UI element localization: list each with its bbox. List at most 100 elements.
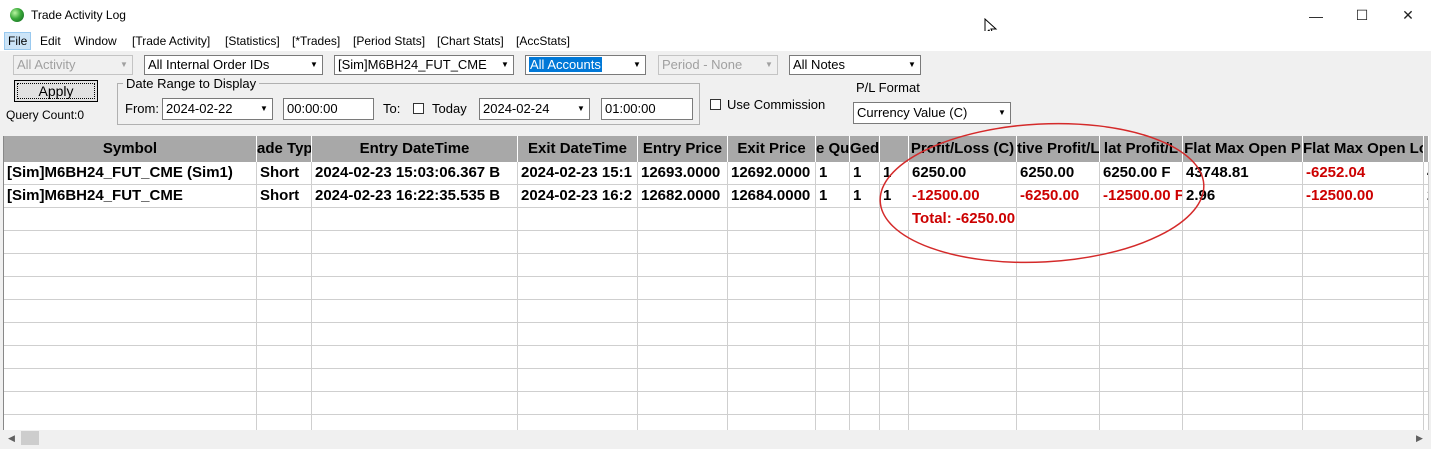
cell-cumulative-profit[interactable] bbox=[1017, 415, 1100, 430]
cell-flat-profit[interactable] bbox=[1100, 277, 1183, 300]
cell-profit-loss[interactable] bbox=[909, 300, 1017, 323]
cell-symbol[interactable] bbox=[4, 392, 257, 415]
cell-entry-datetime[interactable] bbox=[312, 392, 518, 415]
cell-entry-price[interactable]: 12693.0000 bbox=[638, 162, 728, 185]
instrument-filter-select[interactable]: [Sim]M6BH24_FUT_CME ▼ bbox=[334, 55, 514, 75]
cell-flat-max-open-loss[interactable] bbox=[1303, 277, 1424, 300]
cell-extra[interactable] bbox=[880, 300, 909, 323]
cell-exit-price[interactable] bbox=[728, 346, 816, 369]
column-header-flat-max-open-loss[interactable]: Flat Max Open Lo bbox=[1303, 136, 1424, 162]
cell-quantity[interactable] bbox=[816, 254, 850, 277]
cell-trade-type[interactable] bbox=[257, 277, 312, 300]
cell-profit-loss[interactable] bbox=[909, 277, 1017, 300]
cell-trade-type[interactable] bbox=[257, 231, 312, 254]
cell-profit-loss[interactable] bbox=[909, 231, 1017, 254]
menu-edit[interactable]: Edit bbox=[37, 33, 64, 49]
cell-flat-max-open-profit[interactable] bbox=[1183, 415, 1303, 430]
cell-cumulative-profit[interactable] bbox=[1017, 369, 1100, 392]
cell-flat-profit[interactable] bbox=[1100, 346, 1183, 369]
menu-chart-stats[interactable]: [Chart Stats] bbox=[434, 33, 507, 49]
cell-trade-type[interactable] bbox=[257, 415, 312, 430]
cell-quantity[interactable] bbox=[816, 415, 850, 430]
trade-grid[interactable]: Symbol ade Typ Entry DateTime Exit DateTime… bbox=[3, 136, 1429, 430]
menu-file[interactable]: File bbox=[4, 32, 32, 50]
cell-cumulative-profit[interactable] bbox=[1017, 254, 1100, 277]
cell-flat-max-open-loss[interactable] bbox=[1303, 346, 1424, 369]
period-filter-select[interactable]: Period - None ▼ bbox=[658, 55, 778, 75]
cell-trade-type[interactable] bbox=[257, 369, 312, 392]
menu-statistics[interactable]: [Statistics] bbox=[222, 33, 283, 49]
cell-cumulative-profit[interactable] bbox=[1017, 231, 1100, 254]
cell-trade-type[interactable] bbox=[257, 300, 312, 323]
cell-flat-max-open-loss[interactable]: -12500.00 bbox=[1303, 185, 1424, 208]
cell-exit-price[interactable] bbox=[728, 300, 816, 323]
cell-quantity[interactable] bbox=[816, 300, 850, 323]
activity-filter-select[interactable]: All Activity ▼ bbox=[13, 55, 133, 75]
cell-ged[interactable] bbox=[850, 300, 880, 323]
cell-profit-loss[interactable]: 6250.00 bbox=[909, 162, 1017, 185]
cell-flat-profit[interactable] bbox=[1100, 231, 1183, 254]
to-time-input[interactable]: 01:00:00 bbox=[601, 98, 693, 120]
menu-window[interactable]: Window bbox=[71, 33, 120, 49]
cell-symbol[interactable] bbox=[4, 415, 257, 430]
cell-flat-max-open-loss[interactable] bbox=[1303, 392, 1424, 415]
cell-flat-max-open-profit[interactable] bbox=[1183, 277, 1303, 300]
cell-trade-type[interactable] bbox=[257, 346, 312, 369]
cell-ged[interactable]: 1 bbox=[850, 185, 880, 208]
cell-symbol[interactable] bbox=[4, 323, 257, 346]
cell-extra[interactable] bbox=[880, 346, 909, 369]
cell-entry-price[interactable] bbox=[638, 415, 728, 430]
cell-profit-loss[interactable] bbox=[909, 346, 1017, 369]
column-header-extra[interactable] bbox=[880, 136, 909, 162]
minimize-button[interactable]: — bbox=[1293, 0, 1339, 31]
cell-cumulative-profit[interactable] bbox=[1017, 323, 1100, 346]
cell-extra[interactable] bbox=[880, 323, 909, 346]
cell-entry-price[interactable] bbox=[638, 254, 728, 277]
column-header-exit-price[interactable]: Exit Price bbox=[728, 136, 816, 162]
cell-exit-datetime[interactable] bbox=[518, 346, 638, 369]
menu-period-stats[interactable]: [Period Stats] bbox=[350, 33, 428, 49]
cell-overflow[interactable] bbox=[1424, 369, 1429, 392]
cell-flat-max-open-profit[interactable] bbox=[1183, 254, 1303, 277]
cell-cumulative-profit[interactable] bbox=[1017, 300, 1100, 323]
cell-entry-price[interactable] bbox=[638, 323, 728, 346]
from-date-picker[interactable]: 2024-02-22 ▼ bbox=[162, 98, 273, 120]
cell-symbol[interactable] bbox=[4, 231, 257, 254]
cell-profit-loss[interactable] bbox=[909, 254, 1017, 277]
cell-quantity[interactable]: 1 bbox=[816, 162, 850, 185]
cell-entry-datetime[interactable] bbox=[312, 415, 518, 430]
horizontal-scrollbar[interactable]: ◀ ▶ bbox=[3, 430, 1428, 447]
cell-exit-datetime[interactable] bbox=[518, 392, 638, 415]
cell-flat-max-open-loss[interactable] bbox=[1303, 369, 1424, 392]
scroll-left-icon[interactable]: ◀ bbox=[3, 430, 20, 447]
close-button[interactable]: ✕ bbox=[1385, 0, 1431, 31]
cell-ged[interactable] bbox=[850, 254, 880, 277]
cell-ged[interactable] bbox=[850, 346, 880, 369]
cell-ged[interactable] bbox=[850, 231, 880, 254]
cell-cumulative-profit[interactable]: -6250.00 bbox=[1017, 185, 1100, 208]
cell-exit-price[interactable] bbox=[728, 369, 816, 392]
cell-exit-price[interactable]: 12692.0000 bbox=[728, 162, 816, 185]
cell-profit-loss[interactable]: Total: -6250.00 bbox=[909, 208, 1017, 231]
pl-format-select[interactable]: Currency Value (C) ▼ bbox=[853, 102, 1011, 124]
cell-exit-datetime[interactable] bbox=[518, 231, 638, 254]
cell-overflow[interactable] bbox=[1424, 277, 1429, 300]
cell-flat-max-open-profit[interactable] bbox=[1183, 346, 1303, 369]
cell-entry-price[interactable] bbox=[638, 392, 728, 415]
order-id-filter-select[interactable]: All Internal Order IDs ▼ bbox=[144, 55, 323, 75]
cell-flat-max-open-profit[interactable] bbox=[1183, 300, 1303, 323]
cell-entry-price[interactable]: 12682.0000 bbox=[638, 185, 728, 208]
cell-trade-type[interactable] bbox=[257, 208, 312, 231]
column-header-flat-max-open-profit[interactable]: Flat Max Open P bbox=[1183, 136, 1303, 162]
cell-symbol[interactable] bbox=[4, 346, 257, 369]
cell-quantity[interactable] bbox=[816, 392, 850, 415]
cell-flat-max-open-profit[interactable]: 43748.81 bbox=[1183, 162, 1303, 185]
account-filter-select[interactable]: All Accounts ▼ bbox=[525, 55, 646, 75]
cell-symbol[interactable] bbox=[4, 254, 257, 277]
cell-ged[interactable] bbox=[850, 208, 880, 231]
cell-profit-loss[interactable]: -12500.00 bbox=[909, 185, 1017, 208]
cell-ged[interactable] bbox=[850, 323, 880, 346]
cell-symbol[interactable]: [Sim]M6BH24_FUT_CME (Sim1) bbox=[4, 162, 257, 185]
cell-ged[interactable] bbox=[850, 369, 880, 392]
cell-symbol[interactable]: [Sim]M6BH24_FUT_CME bbox=[4, 185, 257, 208]
